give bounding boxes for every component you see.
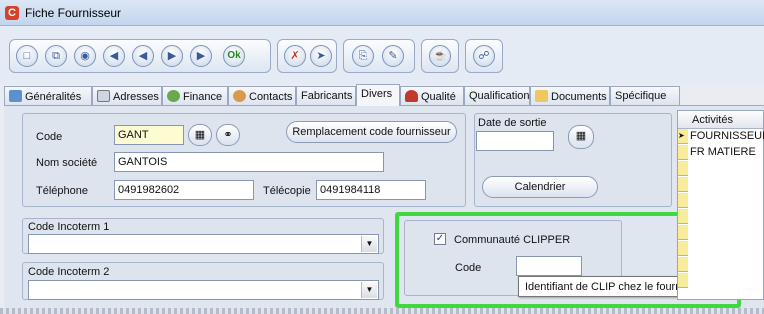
grid-rowhead [678,177,688,192]
first-record-icon[interactable]: ◀ [103,45,125,67]
tab-qualite[interactable]: Qualité [400,86,464,106]
clipper-code-field[interactable] [516,256,582,276]
last-record-icon[interactable]: ▶ [190,45,212,67]
delete-icon[interactable]: ✗ [284,45,306,67]
generalites-icon [9,90,22,102]
code-zoom-button[interactable]: ⚭ [216,124,240,146]
code-lookup-button[interactable]: ▦ [188,124,212,146]
print-icon[interactable]: ⎘ [352,45,374,67]
clipper-checkbox-label: Communauté CLIPPER [454,234,571,246]
incoterm1-select[interactable]: ▼ [28,234,379,254]
adresses-icon [97,90,110,102]
toolbar-group-navigation: □ ⧉ ◉ ◀ ◀ ▶ ▶ Ok [9,39,271,73]
grid-rowhead [678,193,688,208]
preview-icon[interactable]: ✎ [382,45,404,67]
fax-label: Télécopie [263,185,311,197]
row-pointer-icon: ➤ [678,131,685,140]
tab-qualification[interactable]: Qualification [464,86,530,106]
tab-generalites[interactable]: Généralités [4,86,92,106]
grid-rowhead [678,273,688,288]
incoterm1-label: Code Incoterm 1 [28,221,110,233]
title-bar: C Fiche Fournisseur [0,0,764,26]
toolbar-group-edit: ✗ ➤ [277,39,337,73]
replace-code-button[interactable]: Remplacement code fournisseur [286,121,457,143]
tel-field[interactable]: 0491982602 [114,180,254,200]
toolbar-group-basket: ☕ [421,39,459,73]
grid-icon: ▦ [194,129,206,141]
tab-finance[interactable]: Finance [162,86,228,106]
documents-icon [535,90,548,102]
tab-divers[interactable]: Divers [356,84,400,106]
window-title: Fiche Fournisseur [25,6,122,20]
grid-row-pointer: ➤ [678,129,688,144]
tab-contacts[interactable]: Contacts [228,86,296,106]
binoculars-icon[interactable]: ◉ [74,45,96,67]
exit-icon[interactable]: ➤ [310,45,332,67]
tab-fabricants[interactable]: Fabricants [296,86,356,106]
toolbar-group-attach: ☍ [465,39,503,73]
nom-field[interactable]: GANTOIS [114,152,384,172]
code-field[interactable]: GANT [114,125,184,145]
calendar-picker-button[interactable]: ▦ [568,125,594,149]
new-doc-icon[interactable]: □ [16,45,38,67]
chevron-down-icon[interactable]: ▼ [361,282,377,298]
incoterm2-select[interactable]: ▼ [28,280,379,300]
app-icon: C [5,6,19,20]
date-sortie-label: Date de sortie [478,117,547,129]
contacts-icon [233,90,246,102]
grid-rowhead [678,145,688,160]
ok-button[interactable]: Ok [223,45,245,67]
grid-rowhead [678,209,688,224]
toolbar-group-print: ⎘ ✎ [343,39,415,73]
basket-icon[interactable]: ☕ [429,45,451,67]
fax-field[interactable]: 0491984118 [316,180,426,200]
toolbar: □ ⧉ ◉ ◀ ◀ ▶ ▶ Ok ✗ ➤ ⎘ ✎ ☕ ☍ [0,26,764,84]
attach-icon[interactable]: ☍ [473,45,495,67]
grid-rowhead [678,241,688,256]
incoterm2-label: Code Incoterm 2 [28,266,110,278]
clipper-code-label: Code [455,262,482,274]
tab-adresses[interactable]: Adresses [92,86,162,106]
tel-label: Téléphone [36,185,88,197]
next-record-icon[interactable]: ▶ [161,45,183,67]
calendrier-button[interactable]: Calendrier [482,176,598,198]
calendar-icon: ▦ [575,130,587,142]
grid-rowhead [678,225,688,240]
tab-specifique[interactable]: Spécifique [610,86,680,106]
date-sortie-field[interactable] [476,131,554,151]
qualite-icon [405,90,418,102]
tab-strip: Généralités Adresses Finance Contacts Fa… [4,84,764,106]
code-label: Code [36,131,63,143]
clipper-checkbox[interactable]: ✓ [434,233,446,245]
chevron-down-icon[interactable]: ▼ [361,236,377,252]
duplicate-icon[interactable]: ⧉ [45,45,67,67]
previous-record-icon[interactable]: ◀ [132,45,154,67]
grid-cell[interactable]: FOURNISSEUR [690,130,764,145]
grid-rowhead [678,257,688,272]
finance-icon [167,90,180,102]
tab-documents[interactable]: Documents [530,86,610,106]
grid-cell[interactable]: FR MATIERE [690,146,764,161]
nom-label: Nom société [36,157,98,169]
grid-header: Activités [678,111,763,129]
grid-rowhead [678,161,688,176]
activities-grid: Activités ➤ FOURNISSEUR FR MATIERE [677,110,764,300]
bottom-strip [0,308,764,314]
glasses-icon: ⚭ [223,129,233,141]
